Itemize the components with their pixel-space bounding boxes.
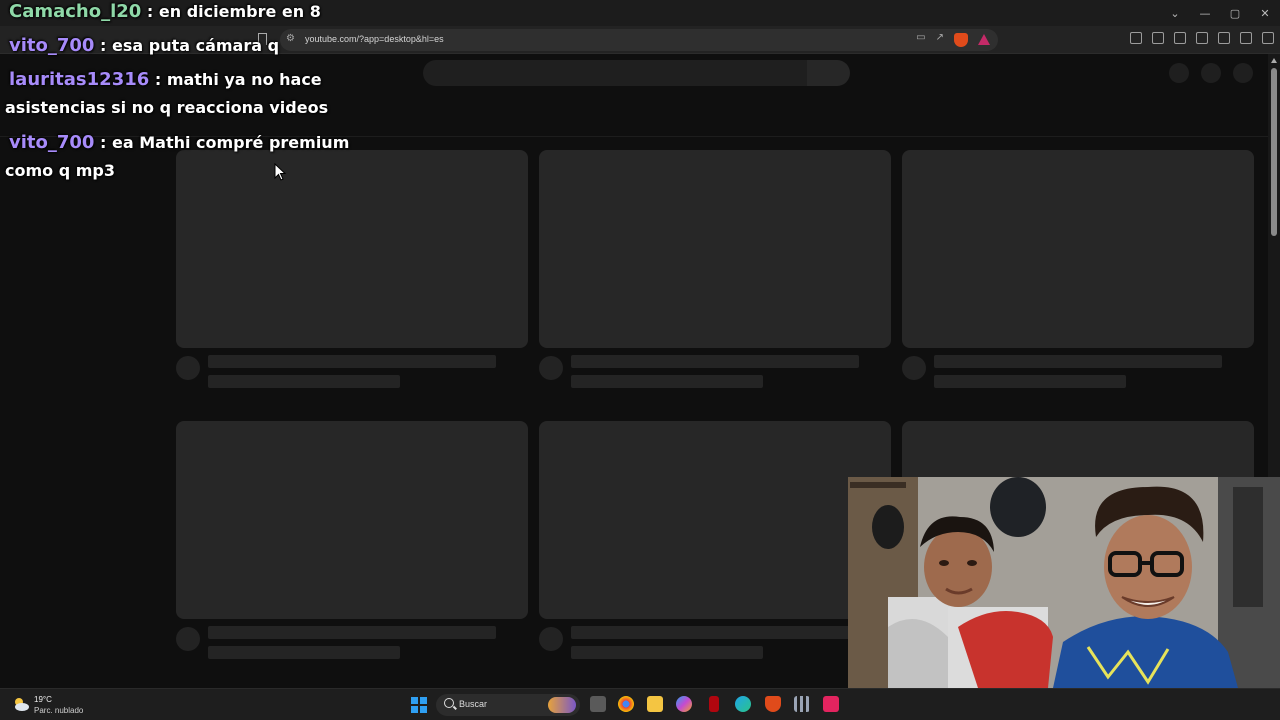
wallet-icon[interactable] <box>1196 32 1208 44</box>
tabs-icon[interactable] <box>1152 32 1164 44</box>
url-text[interactable]: youtube.com/?app=desktop&hl=es <box>305 34 444 44</box>
meta-placeholder <box>934 375 1126 388</box>
video-thumbnail-placeholder[interactable] <box>902 150 1254 348</box>
meta-placeholder <box>208 646 400 659</box>
title-placeholder <box>208 626 496 639</box>
video-thumbnail-placeholder[interactable] <box>539 421 891 619</box>
chat-text: : ea Mathi compré premium <box>100 133 350 152</box>
brave-icon[interactable] <box>765 696 781 712</box>
chat-username: lauritas12316 <box>9 69 150 90</box>
minimize-button[interactable]: — <box>1190 0 1220 26</box>
chat-text: : esa puta cámara q <box>100 36 280 55</box>
search-highlight-icon <box>548 697 576 713</box>
video-thumbnail-placeholder[interactable] <box>539 150 891 348</box>
chrome-icon[interactable] <box>618 696 634 712</box>
title-placeholder <box>571 626 859 639</box>
channel-avatar-placeholder <box>902 356 926 380</box>
meta-placeholder <box>208 375 400 388</box>
mouse-cursor-icon <box>274 163 287 181</box>
brave-rewards-icon[interactable] <box>978 34 990 45</box>
address-bar[interactable]: ⚙ youtube.com/?app=desktop&hl=es ▭ ↗ <box>280 29 998 51</box>
scroll-thumb[interactable] <box>1271 68 1277 236</box>
chat-message: Camacho_l20 : en diciembre en 8 <box>9 1 321 22</box>
file-explorer-icon[interactable] <box>647 696 663 712</box>
channel-avatar-placeholder <box>539 356 563 380</box>
toolbar-right-icons <box>1130 32 1274 44</box>
channel-avatar-placeholder <box>176 356 200 380</box>
leo-icon[interactable] <box>1218 32 1230 44</box>
close-button[interactable]: ✕ <box>1250 0 1280 26</box>
chat-username: vito_700 <box>9 132 95 153</box>
meta-placeholder <box>571 646 763 659</box>
chat-message: vito_700 : ea Mathi compré premium <box>9 132 349 153</box>
edge-icon[interactable] <box>735 696 751 712</box>
chat-username: vito_700 <box>9 35 95 56</box>
taskbar-search-placeholder[interactable]: Buscar <box>459 699 487 709</box>
extensions-icon[interactable] <box>1130 32 1142 44</box>
meta-placeholder <box>571 375 763 388</box>
copilot-icon[interactable] <box>676 696 692 712</box>
yt-notifications-placeholder[interactable] <box>1201 63 1221 83</box>
chat-message-continuation: como q mp3 <box>5 161 115 180</box>
channel-avatar-placeholder <box>176 627 200 651</box>
address-bar-actions: ▭ ↗ <box>916 32 990 47</box>
webcam-image <box>848 477 1280 688</box>
chat-message: vito_700 : esa puta cámara q <box>9 35 279 56</box>
chat-message: lauritas12316 : mathi ya no hace <box>9 69 322 90</box>
video-thumbnail-placeholder[interactable] <box>176 421 528 619</box>
yt-search-button[interactable] <box>807 60 850 86</box>
netflix-icon[interactable] <box>709 696 719 712</box>
cast-icon[interactable]: ▭ <box>916 32 925 47</box>
chat-text: : en diciembre en 8 <box>146 2 321 21</box>
weather-cloud-icon[interactable] <box>12 696 30 712</box>
chat-username: Camacho_l20 <box>9 1 142 22</box>
app-grid-icon[interactable] <box>794 696 810 712</box>
taskbar: 19°C Parc. nublado Buscar <box>0 688 1280 720</box>
yt-search-input[interactable] <box>423 60 807 86</box>
brave-shield-icon[interactable] <box>954 33 968 47</box>
title-placeholder <box>571 355 859 368</box>
webcam-overlay <box>848 477 1280 688</box>
tiktok-icon[interactable] <box>823 696 839 712</box>
weather-temperature[interactable]: 19°C <box>34 695 52 704</box>
channel-avatar-placeholder <box>539 627 563 651</box>
search-icon <box>444 698 454 708</box>
chat-text: : mathi ya no hace <box>154 70 322 89</box>
scroll-up-arrow[interactable] <box>1271 58 1277 63</box>
yt-avatar-placeholder[interactable] <box>1233 63 1253 83</box>
video-thumbnail-placeholder[interactable] <box>176 150 528 348</box>
title-placeholder <box>208 355 496 368</box>
sidebar-icon[interactable] <box>1174 32 1186 44</box>
yt-create-placeholder[interactable] <box>1169 63 1189 83</box>
screen: ⌄ — ▢ ✕ ⚙ youtube.com/?app=desktop&hl=es… <box>0 0 1280 720</box>
title-placeholder <box>934 355 1222 368</box>
windows-start-icon[interactable] <box>411 697 427 713</box>
chat-message-continuation: asistencias si no q reacciona videos <box>5 98 329 117</box>
task-view-icon[interactable] <box>590 696 606 712</box>
share-icon[interactable]: ↗ <box>936 32 944 47</box>
weather-description[interactable]: Parc. nublado <box>34 706 83 715</box>
taskbar-search[interactable]: Buscar <box>436 694 580 716</box>
maximize-button[interactable]: ▢ <box>1220 0 1250 26</box>
vpn-icon[interactable] <box>1240 32 1252 44</box>
site-info-icon[interactable]: ⚙ <box>286 33 295 44</box>
window-controls: ⌄ — ▢ ✕ <box>1160 0 1280 26</box>
tab-search-icon[interactable]: ⌄ <box>1160 0 1190 26</box>
menu-icon[interactable] <box>1262 32 1274 44</box>
